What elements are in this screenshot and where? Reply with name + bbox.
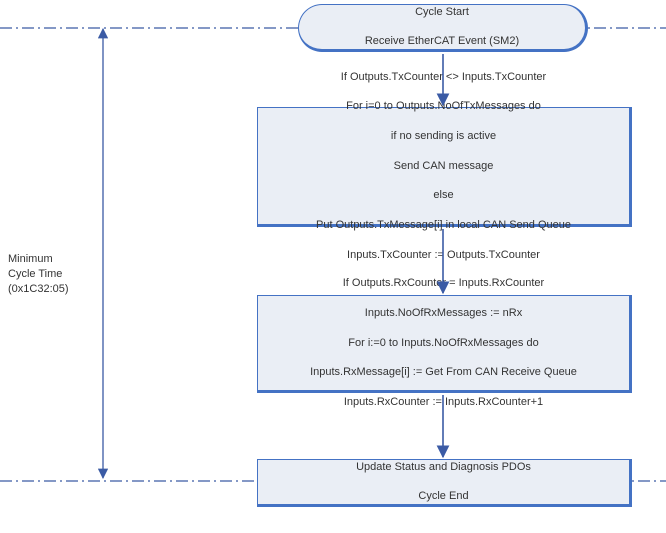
tx-line7: Inputs.TxCounter := Outputs.TxCounter bbox=[316, 248, 571, 263]
tx-line6: Put Outputs.TxMessage[i] in local CAN Se… bbox=[316, 218, 571, 233]
node-cycle-start-line2: Receive EtherCAT Event (SM2) bbox=[365, 34, 519, 49]
tx-line2: For i=0 to Outputs.NoOfTxMessages do bbox=[316, 99, 571, 114]
node-tx-step: If Outputs.TxCounter <> Inputs.TxCounter… bbox=[257, 107, 632, 227]
rx-line5: Inputs.RxCounter := Inputs.RxCounter+1 bbox=[310, 395, 577, 410]
node-rx-step: If Outputs.RxCounter = Inputs.RxCounter … bbox=[257, 295, 632, 393]
tx-line3: if no sending is active bbox=[316, 129, 571, 144]
end-line1: Update Status and Diagnosis PDOs bbox=[356, 460, 531, 475]
cycle-time-label-line3: (0x1C32:05) bbox=[8, 282, 118, 297]
diagram-canvas: Minimum Cycle Time (0x1C32:05) Cycle Sta… bbox=[0, 0, 666, 533]
node-cycle-end: Update Status and Diagnosis PDOs Cycle E… bbox=[257, 459, 632, 507]
cycle-time-label: Minimum Cycle Time (0x1C32:05) bbox=[8, 252, 118, 297]
tx-line4: Send CAN message bbox=[316, 159, 571, 174]
tx-line1: If Outputs.TxCounter <> Inputs.TxCounter bbox=[316, 70, 571, 85]
node-cycle-start: Cycle Start Receive EtherCAT Event (SM2) bbox=[298, 4, 588, 52]
cycle-time-label-line1: Minimum bbox=[8, 252, 118, 267]
node-tx-step-text: If Outputs.TxCounter <> Inputs.TxCounter… bbox=[316, 55, 571, 278]
node-cycle-start-line1: Cycle Start bbox=[365, 5, 519, 20]
node-cycle-end-text: Update Status and Diagnosis PDOs Cycle E… bbox=[356, 445, 531, 519]
rx-line1: If Outputs.RxCounter = Inputs.RxCounter bbox=[310, 276, 577, 291]
tx-line5: else bbox=[316, 188, 571, 203]
node-rx-step-text: If Outputs.RxCounter = Inputs.RxCounter … bbox=[310, 261, 577, 424]
cycle-time-label-line2: Cycle Time bbox=[8, 267, 118, 282]
end-line2: Cycle End bbox=[356, 489, 531, 504]
rx-line2: Inputs.NoOfRxMessages := nRx bbox=[310, 306, 577, 321]
rx-line4: Inputs.RxMessage[i] := Get From CAN Rece… bbox=[310, 365, 577, 380]
rx-line3: For i:=0 to Inputs.NoOfRxMessages do bbox=[310, 336, 577, 351]
